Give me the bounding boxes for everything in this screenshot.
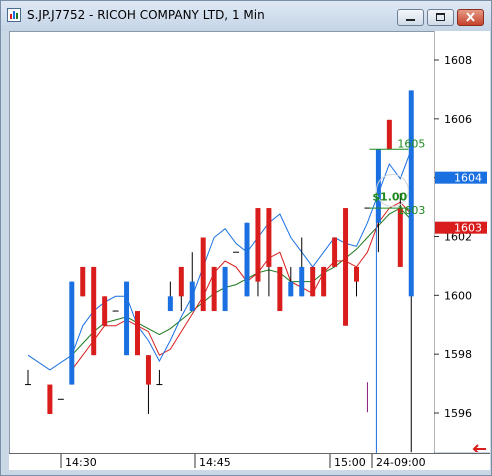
order-label-mid: $1.00 — [372, 190, 407, 203]
price-bar-up[interactable] — [69, 281, 75, 385]
price-bar-up[interactable] — [167, 296, 173, 312]
chart-plot-area[interactable]: 1605 $1.00 1603 — [9, 31, 435, 454]
price-bar-down[interactable] — [255, 208, 261, 282]
chart-window: S.JP.J7752 - RICOH COMPANY LTD, 1 Min 16… — [0, 0, 492, 476]
price-axis-label: 1606 — [444, 113, 472, 126]
moving-average-fast-line — [27, 149, 412, 371]
minimize-button[interactable] — [397, 9, 424, 26]
price-bar-down[interactable] — [102, 296, 108, 326]
price-bar-down[interactable] — [200, 237, 206, 312]
price-bar-down[interactable] — [266, 208, 272, 267]
chart-app-icon — [7, 8, 21, 22]
price-bar-down[interactable] — [277, 266, 283, 312]
price-bar-down[interactable] — [178, 266, 184, 297]
window-title: S.JP.J7752 - RICOH COMPANY LTD, 1 Min — [27, 8, 265, 22]
price-chart[interactable]: 1605 $1.001603 — [10, 32, 434, 453]
close-icon — [466, 12, 475, 22]
order-label-top: 1605 — [397, 137, 425, 150]
minimize-icon — [406, 19, 415, 21]
price-axis-label: 1598 — [444, 348, 472, 361]
price-bar-down[interactable] — [354, 266, 359, 282]
moving-average-mid-line — [71, 201, 412, 371]
time-axis-label: 14:45 — [199, 456, 231, 469]
scroll-right-arrow-icon[interactable] — [472, 444, 486, 454]
time-axis-scale: 14:30 14:45 15:00 24-09:00 — [60, 454, 426, 469]
price-bar-up[interactable] — [244, 222, 250, 297]
price-axis-label: 1608 — [444, 54, 472, 67]
price-bar-down[interactable] — [321, 266, 327, 297]
price-axis[interactable]: 160816061604160216001598159616041603 — [433, 31, 490, 454]
time-axis-label: 24-09:00 — [376, 456, 426, 469]
title-bar[interactable]: S.JP.J7752 - RICOH COMPANY LTD, 1 Min — [1, 1, 491, 31]
price-bar-down[interactable] — [91, 266, 97, 356]
price-bar-up[interactable] — [288, 281, 294, 297]
price-bar-down[interactable] — [332, 237, 338, 267]
price-axis-label: 1596 — [444, 407, 472, 420]
price-bar-down[interactable] — [211, 266, 217, 312]
price-bar-up[interactable] — [189, 281, 195, 312]
moving-average-slow-line — [71, 207, 412, 356]
maximize-button[interactable] — [427, 9, 454, 26]
price-bar-up[interactable] — [124, 281, 130, 356]
price-bar-up[interactable] — [408, 90, 414, 297]
maximize-icon — [436, 13, 445, 21]
time-axis-label: 14:30 — [65, 456, 97, 469]
order-label-low: 1603 — [397, 204, 425, 217]
price-axis-scale: 160816061604160216001598159616041603 — [433, 31, 487, 454]
time-axis[interactable]: 14:30 14:45 15:00 24-09:00 — [9, 453, 490, 470]
price-bar-down[interactable] — [386, 119, 392, 150]
price-bar-up[interactable] — [222, 266, 228, 312]
bid-price-tag: 1604 — [454, 172, 482, 185]
price-bar-down[interactable] — [310, 266, 316, 297]
close-button[interactable] — [457, 9, 484, 26]
price-bar-down[interactable] — [135, 311, 140, 356]
price-axis-label: 1600 — [444, 289, 472, 302]
price-bar-down[interactable] — [80, 266, 86, 297]
price-bar-down[interactable] — [47, 384, 53, 414]
time-axis-label: 15:00 — [334, 456, 366, 469]
price-bar-down[interactable] — [343, 208, 349, 326]
price-bar-up[interactable] — [299, 266, 305, 297]
ask-price-tag: 1603 — [454, 222, 482, 235]
price-bar-down[interactable] — [145, 355, 151, 385]
